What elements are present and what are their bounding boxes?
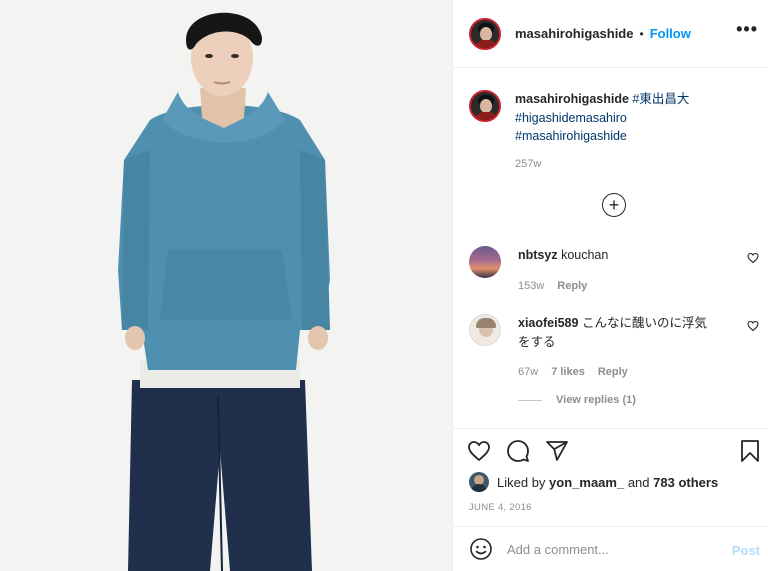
caption-username[interactable]: masahirohigashide <box>515 92 629 106</box>
follow-button[interactable]: Follow <box>650 26 691 41</box>
more-options-icon[interactable]: ••• <box>736 20 758 38</box>
commenter-username[interactable]: xiaofei589 <box>518 316 578 330</box>
comment-timestamp[interactable]: 153w <box>518 277 544 296</box>
add-comment-input[interactable] <box>507 541 717 557</box>
comment-body: xiaofei589 こんなに醜いのに浮気をする 67w 7 likes Rep… <box>518 314 718 382</box>
comment: xiaofei589 こんなに醜いのに浮気をする 67w 7 likes Rep… <box>469 314 759 382</box>
emoji-icon[interactable] <box>469 537 493 561</box>
post-photo[interactable] <box>0 0 453 571</box>
post-side-panel: masahirohigashide • Follow ••• masahiroh… <box>453 0 768 571</box>
hashtag[interactable]: #東出昌大 <box>632 92 689 106</box>
caption-text: masahirohigashide #東出昌大 #higashidemasahi… <box>515 90 689 173</box>
comment-bubble-icon[interactable] <box>506 439 530 463</box>
header-separator: • <box>639 26 644 41</box>
plus-icon: + <box>608 195 620 215</box>
post-actions-bar <box>453 428 768 468</box>
share-paper-plane-icon[interactable] <box>545 439 569 463</box>
liked-by-prefix: Liked by <box>497 474 546 490</box>
view-replies-button[interactable]: View replies (1) <box>518 394 636 406</box>
view-replies-label: View replies (1) <box>556 394 636 406</box>
reply-button[interactable]: Reply <box>598 363 628 382</box>
like-comment-heart-icon[interactable] <box>747 252 759 264</box>
comment-composer: Post <box>453 526 768 571</box>
commenter-avatar[interactable] <box>469 314 501 346</box>
comment-likes-count[interactable]: 7 likes <box>551 363 585 382</box>
commenter-username[interactable]: nbtsyz <box>518 248 558 262</box>
post-date[interactable]: JUNE 4, 2016 <box>469 502 532 513</box>
caption-timestamp[interactable]: 257w <box>515 155 689 174</box>
commenter-avatar[interactable] <box>469 246 501 278</box>
save-bookmark-icon[interactable] <box>738 439 762 463</box>
liker-username[interactable]: yon_maam_ <box>549 475 624 490</box>
hashtag[interactable]: #higashidemasahiro <box>515 109 689 128</box>
like-heart-icon[interactable] <box>467 439 491 463</box>
comment: nbtsyz kouchan 153w Reply <box>469 246 759 295</box>
author-avatar[interactable] <box>469 17 501 50</box>
photo-illustration <box>0 0 452 571</box>
post-header: masahirohigashide • Follow ••• <box>453 0 768 68</box>
likes-summary: Liked by yon_maam_ and 783 others <box>469 472 718 492</box>
author-username[interactable]: masahirohigashide <box>515 26 633 41</box>
liker-avatar[interactable] <box>469 472 489 492</box>
post-comment-button[interactable]: Post <box>732 543 760 558</box>
instagram-post-modal: masahirohigashide • Follow ••• masahiroh… <box>0 0 768 571</box>
hashtag[interactable]: #masahirohigashide <box>515 127 689 146</box>
comment-timestamp[interactable]: 67w <box>518 363 538 382</box>
caption-avatar[interactable] <box>469 90 501 122</box>
comment-body: nbtsyz kouchan 153w Reply <box>518 246 718 295</box>
replies-divider <box>518 399 542 401</box>
reply-button[interactable]: Reply <box>557 277 587 296</box>
comment-text: kouchan <box>561 248 609 262</box>
post-caption: masahirohigashide #東出昌大 #higashidemasahi… <box>469 90 759 173</box>
liked-by-and: and <box>627 474 650 490</box>
like-comment-heart-icon[interactable] <box>747 320 759 332</box>
likes-count-link[interactable]: 783 others <box>653 475 718 490</box>
load-more-comments-button[interactable]: + <box>602 193 626 217</box>
